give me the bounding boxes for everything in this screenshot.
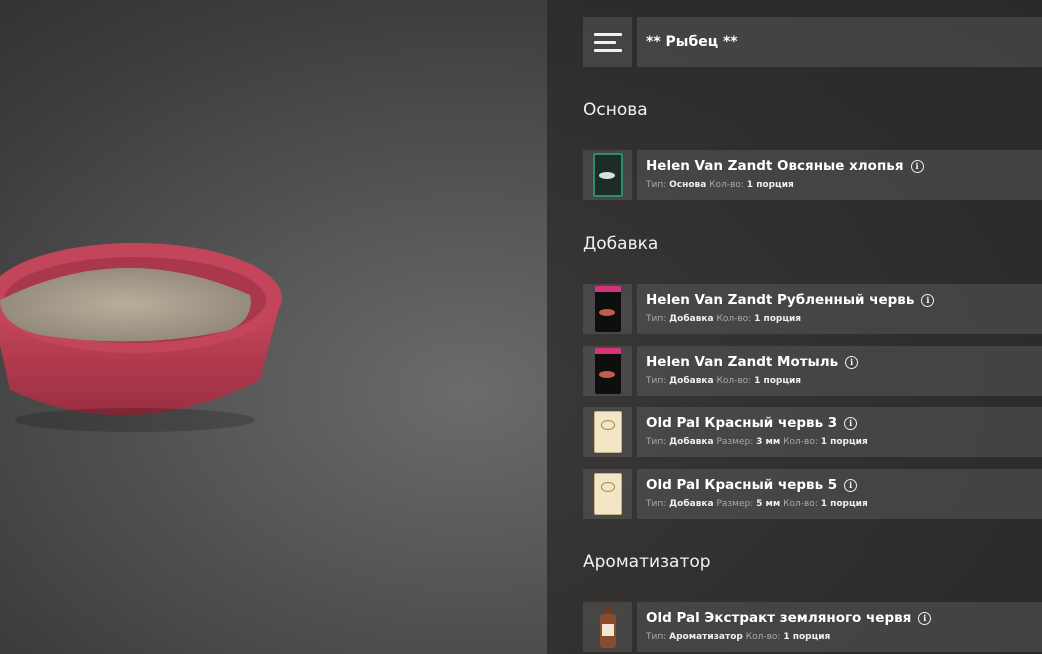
- ingredient-name: Old Pal Красный червь 3: [646, 415, 838, 431]
- ingredient-name: Old Pal Экстракт земляного червя: [646, 610, 912, 626]
- ingredient-name: Helen Van Zandt Мотыль: [646, 354, 839, 370]
- chopped-worm-pack-icon: [583, 284, 632, 334]
- ingredient-qty: 1 порция: [783, 632, 831, 642]
- recipe-panel: ** Рыбец ** Основа Helen Van Zandt Овсян…: [547, 0, 1042, 654]
- hamburger-icon: [593, 28, 622, 57]
- info-icon[interactable]: i: [921, 293, 935, 307]
- earthworm-extract-bottle-icon: [583, 602, 632, 652]
- ingredient-item[interactable]: Helen Van Zandt Мотыль i Тип: Добавка Кол…: [583, 346, 1042, 396]
- oat-flakes-pack-icon: [583, 150, 632, 200]
- ingredient-name: Helen Van Zandt Овсяные хлопья: [646, 158, 904, 174]
- ingredient-type: Добавка: [669, 314, 714, 324]
- ingredient-name: Helen Van Zandt Рубленный червь: [646, 292, 915, 308]
- info-icon[interactable]: i: [910, 159, 924, 173]
- ingredient-name: Old Pal Красный червь 5: [646, 477, 838, 493]
- ingredient-qty: 1 порция: [820, 437, 868, 447]
- ingredient-qty: 1 порция: [754, 376, 802, 386]
- info-icon[interactable]: i: [918, 611, 932, 625]
- ingredient-type: Добавка: [669, 437, 714, 447]
- ingredient-item[interactable]: Old Pal Красный червь 5i Тип: Добавка Ра…: [583, 469, 1042, 519]
- groundbait-bowl-preview: [0, 243, 282, 432]
- recipe-header: ** Рыбец **: [583, 17, 1042, 67]
- recipe-title: ** Рыбец **: [637, 17, 1042, 67]
- ingredient-qty: 1 порция: [746, 180, 794, 190]
- ingredient-item[interactable]: Old Pal Красный червь 3i Тип: Добавка Ра…: [583, 407, 1042, 457]
- ingredient-item[interactable]: Old Pal Экстракт земляного червя i Тип: А…: [583, 602, 1042, 652]
- section-title-base: Основа: [583, 100, 648, 120]
- red-worm-pack-icon: [583, 469, 632, 519]
- bloodworm-pack-icon: [583, 346, 632, 396]
- section-title-additive: Добавка: [583, 234, 659, 254]
- ingredient-type: Добавка: [669, 499, 714, 509]
- ingredient-item[interactable]: Helen Van Zandt Овсяные хлопья i Тип: Осн…: [583, 150, 1042, 200]
- ingredient-qty: 1 порция: [820, 499, 868, 509]
- info-icon[interactable]: i: [844, 478, 858, 492]
- ingredient-qty: 1 порция: [754, 314, 802, 324]
- info-icon[interactable]: i: [845, 355, 859, 369]
- section-title-flavor: Ароматизатор: [583, 552, 711, 572]
- ingredient-type: Добавка: [669, 376, 714, 386]
- ingredient-size: 3 мм: [756, 437, 781, 447]
- menu-button[interactable]: [583, 17, 632, 67]
- red-worm-pack-icon: [583, 407, 632, 457]
- ingredient-type: Основа: [669, 180, 707, 190]
- ingredient-item[interactable]: Helen Van Zandt Рубленный червь i Тип: До…: [583, 284, 1042, 334]
- ingredient-type: Ароматизатор: [669, 632, 743, 642]
- ingredient-size: 5 мм: [756, 499, 781, 509]
- info-icon[interactable]: i: [844, 416, 858, 430]
